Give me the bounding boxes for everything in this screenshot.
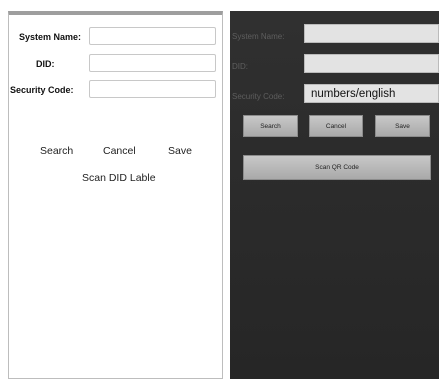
scan-qr-code-button[interactable]: Scan QR Code — [243, 155, 431, 180]
system-name-input[interactable] — [304, 24, 439, 43]
cancel-button[interactable]: Cancel — [103, 145, 136, 157]
dark-form-panel: System Name: DID: Security Code: numbers… — [230, 11, 439, 379]
search-button[interactable]: Search — [243, 115, 298, 137]
security-code-label: Security Code: — [10, 85, 74, 95]
cancel-button[interactable]: Cancel — [309, 115, 363, 137]
security-code-label: Security Code: — [232, 92, 285, 101]
did-label: DID: — [36, 59, 55, 69]
system-name-input[interactable] — [89, 27, 216, 45]
system-name-label: System Name: — [19, 32, 82, 42]
scan-did-label-button[interactable]: Scan DID Lable — [82, 172, 156, 184]
security-code-input[interactable]: numbers/english — [304, 84, 439, 103]
light-form-panel: System Name: DID: Security Code: Search … — [8, 11, 223, 379]
security-code-input[interactable] — [89, 80, 216, 98]
did-input[interactable] — [304, 54, 439, 73]
did-label: DID: — [232, 62, 248, 71]
system-name-label: System Name: — [232, 32, 285, 41]
save-button[interactable]: Save — [375, 115, 430, 137]
did-input[interactable] — [89, 54, 216, 72]
search-button[interactable]: Search — [40, 145, 73, 157]
save-button[interactable]: Save — [168, 145, 192, 157]
